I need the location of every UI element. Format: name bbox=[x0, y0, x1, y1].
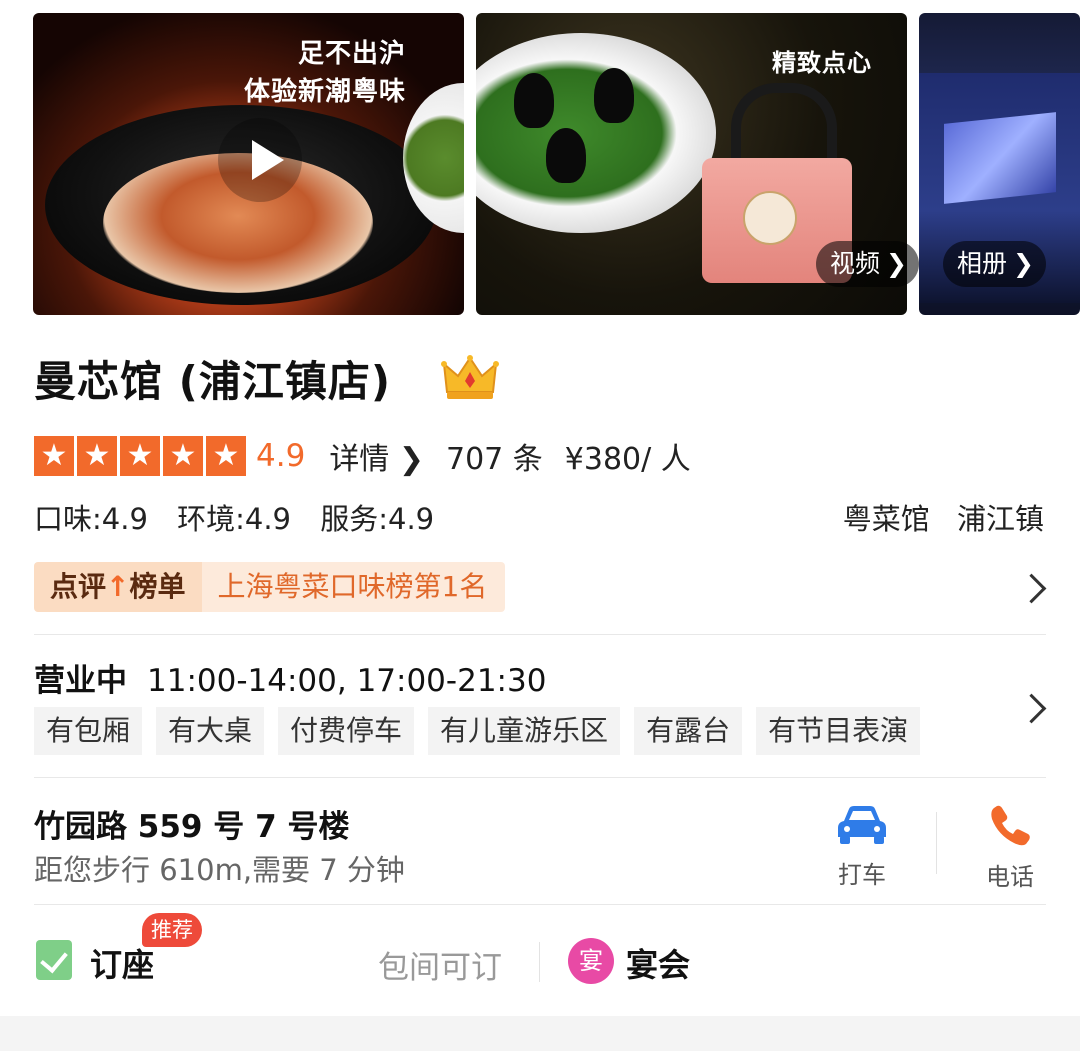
business-hours[interactable]: 营业中 11:00-14:00, 17:00-21:30 bbox=[34, 655, 546, 700]
category-area: 粤菜馆 浦江镇 bbox=[825, 496, 1044, 538]
ranking-badge-part1: 点评 bbox=[50, 570, 107, 603]
facility-tag: 有大桌 bbox=[156, 707, 265, 755]
area[interactable]: 浦江镇 bbox=[957, 502, 1044, 536]
ranking-banner[interactable]: 点评↑榜单 上海粤菜口味榜第1名 bbox=[34, 562, 506, 612]
divider bbox=[539, 942, 540, 982]
photo1-caption-line1: 足不出沪 bbox=[297, 39, 406, 69]
chevron-right-icon: ❯ bbox=[886, 249, 907, 278]
section-spacer bbox=[0, 1016, 1080, 1051]
play-icon[interactable] bbox=[218, 118, 302, 202]
banquet-button[interactable]: 宴会 bbox=[626, 940, 690, 986]
photo1-caption-line2: 体验新潮粤味 bbox=[243, 77, 406, 107]
taxi-label: 打车 bbox=[838, 861, 886, 889]
album-button[interactable]: 相册 ❯ bbox=[943, 241, 1046, 287]
star-icon: ★ bbox=[206, 436, 246, 476]
hours-times: 11:00-14:00, 17:00-21:30 bbox=[147, 663, 547, 699]
swan-dessert-plate bbox=[476, 33, 716, 233]
address[interactable]: 竹园路 559 号 7 号楼 bbox=[34, 801, 349, 846]
star-icon: ★ bbox=[120, 436, 160, 476]
divider bbox=[34, 777, 1046, 778]
chevron-right-icon[interactable] bbox=[1016, 573, 1047, 604]
category[interactable]: 粤菜馆 bbox=[843, 502, 930, 536]
facility-tag: 付费停车 bbox=[278, 707, 415, 755]
checkmark-icon bbox=[36, 940, 72, 980]
phone-icon bbox=[991, 805, 1030, 846]
facility-tag: 有包厢 bbox=[34, 707, 143, 755]
up-arrow-icon: ↑ bbox=[106, 570, 130, 603]
review-count[interactable]: 707 条 bbox=[446, 434, 543, 478]
swan-pastry-image bbox=[546, 128, 586, 183]
star-icon: ★ bbox=[34, 436, 74, 476]
facility-tags: 有包厢 有大桌 付费停车 有儿童游乐区 有露台 有节目表演 bbox=[34, 707, 921, 755]
details-link[interactable]: 详情 ❯ bbox=[329, 434, 424, 478]
service-score: 服务:4.9 bbox=[320, 502, 435, 536]
led-screen-image bbox=[944, 112, 1056, 204]
shop-name: 曼芯馆 (浦江镇店) bbox=[34, 357, 392, 406]
photo-gallery[interactable]: 足不出沪 体验新潮粤味 精致点心 视频 ❯ 相册 ❯ bbox=[33, 13, 1080, 315]
album-label: 相册 bbox=[957, 249, 1008, 278]
star-icon: ★ bbox=[77, 436, 117, 476]
sub-scores: 口味:4.9 环境:4.9 服务:4.9 bbox=[34, 496, 454, 538]
star-icon: ★ bbox=[163, 436, 203, 476]
swan-pastry-image bbox=[594, 68, 634, 123]
price-per-person: ¥380/ 人 bbox=[564, 442, 691, 477]
rating-row: ★ ★ ★ ★ ★ 4.9 详情 ❯ 707 条 ¥380/ 人 bbox=[34, 433, 691, 479]
facility-tag: 有露台 bbox=[634, 707, 743, 755]
car-icon bbox=[838, 806, 886, 844]
facility-tag: 有儿童游乐区 bbox=[428, 707, 621, 755]
ranking-badge: 点评↑榜单 bbox=[34, 562, 202, 612]
facility-tag: 有节目表演 bbox=[756, 707, 921, 755]
rating-score: 4.9 bbox=[256, 438, 306, 474]
divider bbox=[34, 904, 1046, 905]
taste-score: 口味:4.9 bbox=[34, 502, 148, 536]
walking-distance: 距您步行 610m,需要 7 分钟 bbox=[34, 853, 405, 887]
swan-pastry-image bbox=[514, 73, 554, 128]
divider bbox=[936, 812, 937, 874]
recommend-badge: 推荐 bbox=[142, 913, 202, 947]
reservation-row: 订座 推荐 包间可订 宴 宴会 bbox=[34, 913, 1046, 994]
pastry-logo bbox=[743, 191, 797, 245]
chevron-right-icon: ❯ bbox=[1013, 249, 1034, 278]
divider bbox=[34, 634, 1046, 635]
taxi-button[interactable]: 打车 bbox=[817, 803, 907, 890]
private-room-available[interactable]: 包间可订 bbox=[378, 942, 502, 987]
video-label: 视频 bbox=[830, 249, 881, 278]
ranking-badge-part2: 榜单 bbox=[129, 570, 186, 603]
photo2-caption: 精致点心 bbox=[772, 48, 872, 77]
star-rating: ★ ★ ★ ★ ★ bbox=[34, 436, 246, 476]
video-button[interactable]: 视频 ❯ bbox=[816, 241, 919, 287]
photo1-caption: 足不出沪 体验新潮粤味 bbox=[244, 35, 406, 111]
crown-icon bbox=[441, 355, 499, 399]
phone-label: 电话 bbox=[986, 863, 1034, 891]
video-thumbnail-crab-pot[interactable]: 足不出沪 体验新潮粤味 bbox=[33, 13, 464, 315]
phone-button[interactable]: 电话 bbox=[965, 803, 1055, 892]
open-status: 营业中 bbox=[34, 663, 127, 699]
chevron-right-icon[interactable] bbox=[1016, 693, 1047, 724]
banquet-icon: 宴 bbox=[568, 938, 614, 984]
ranking-text: 上海粤菜口味榜第1名 bbox=[201, 562, 506, 612]
environment-score: 环境:4.9 bbox=[177, 502, 291, 536]
